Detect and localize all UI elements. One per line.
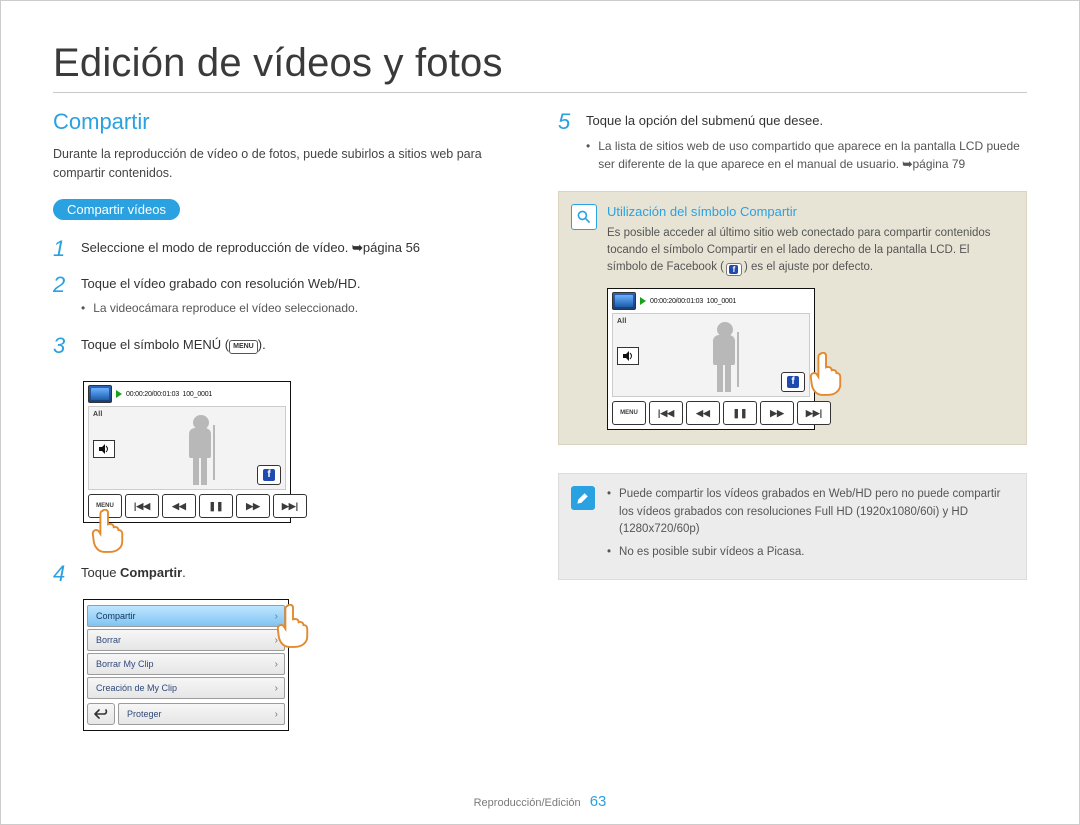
note-bullet-1: Puede compartir los vídeos grabados en W…: [607, 486, 1012, 538]
magnifier-icon: [571, 204, 597, 230]
step-5-text: Toque la opción del submenú que desee.: [586, 113, 823, 128]
pause-button[interactable]: ❚❚: [723, 401, 757, 425]
clip-thumb-icon: [612, 292, 636, 310]
step-2-bullet: La videocámara reproduce el vídeo selecc…: [81, 299, 522, 317]
section-title: Compartir: [53, 109, 522, 135]
menu-button[interactable]: MENU: [612, 401, 646, 425]
step-number: 4: [53, 563, 71, 585]
next-button[interactable]: ▶▶|: [273, 494, 307, 518]
step-4-bold: Compartir: [120, 565, 182, 580]
menu-item-compartir[interactable]: Compartir›: [87, 605, 285, 627]
pause-button[interactable]: ❚❚: [199, 494, 233, 518]
facebook-inline-icon: f: [726, 263, 742, 276]
tip-box: Utilización del símbolo Compartir Es pos…: [558, 191, 1027, 446]
player-figure-1: 00:00:20/00:01:03 100_0001 All: [83, 381, 291, 523]
footer-section: Reproducción/Edición: [474, 797, 581, 809]
step-2-text: Toque el vídeo grabado con resolución We…: [81, 276, 360, 291]
chevron-right-icon: ›: [275, 659, 278, 670]
facebook-icon: f: [263, 469, 275, 481]
next-button[interactable]: ▶▶|: [797, 401, 831, 425]
sound-icon[interactable]: [93, 440, 115, 458]
step-3: Toque el símbolo MENÚ (MENU).: [81, 335, 522, 355]
menu-item-borrar-myclip[interactable]: Borrar My Clip›: [87, 653, 285, 675]
step-1: Seleccione el modo de reproducción de ví…: [81, 238, 522, 258]
step-3-pre: Toque el símbolo MENÚ (: [81, 337, 229, 352]
silhouette-icon: [183, 415, 223, 485]
prev-button[interactable]: |◀◀: [125, 494, 159, 518]
page-footer: Reproducción/Edición 63: [1, 793, 1079, 810]
share-fb-button[interactable]: f: [781, 372, 805, 392]
back-button[interactable]: [87, 703, 115, 725]
playback-time: 00:00:20/00:01:03 100_0001: [126, 391, 212, 398]
note-bullet-2: No es posible subir vídeos a Picasa.: [607, 544, 1012, 561]
rewind-button[interactable]: ◀◀: [162, 494, 196, 518]
clip-thumb-icon: [88, 385, 112, 403]
menu-figure: Compartir› Borrar› Borrar My Clip› Creac…: [83, 599, 289, 731]
step-2: Toque el vídeo grabado con resolución We…: [81, 274, 522, 322]
forward-button[interactable]: ▶▶: [760, 401, 794, 425]
tap-hand-icon: [89, 509, 127, 553]
step-number: 1: [53, 238, 71, 260]
arrow-icon: ➥: [352, 240, 363, 255]
all-label: All: [93, 411, 115, 418]
silhouette-icon: [707, 322, 747, 392]
title-rule: [53, 92, 1027, 93]
tip-body: Es posible acceder al último sitio web c…: [607, 225, 1012, 277]
step-number: 2: [53, 274, 71, 296]
intro-text: Durante la reproducción de vídeo o de fo…: [53, 145, 522, 183]
step-4-pre: Toque: [81, 565, 120, 580]
footer-page-number: 63: [590, 793, 607, 810]
step-1-page-ref: página 56: [363, 240, 420, 255]
note-icon: [571, 486, 595, 510]
play-status-icon: [116, 390, 122, 398]
share-fb-button[interactable]: f: [257, 465, 281, 485]
menu-item-creacion-myclip[interactable]: Creación de My Clip›: [87, 677, 285, 699]
page-title: Edición de vídeos y fotos: [53, 41, 1027, 86]
step-number: 5: [558, 111, 576, 133]
sound-icon[interactable]: [617, 347, 639, 365]
playback-time: 00:00:20/00:01:03 100_0001: [650, 298, 736, 305]
facebook-icon: f: [787, 376, 799, 388]
menu-item-proteger[interactable]: Proteger›: [118, 703, 285, 725]
tap-hand-icon: [807, 352, 845, 396]
menu-item-borrar[interactable]: Borrar›: [87, 629, 285, 651]
chevron-right-icon: ›: [275, 709, 278, 720]
step-4-post: .: [182, 565, 186, 580]
subsection-pill: Compartir vídeos: [53, 199, 180, 220]
forward-button[interactable]: ▶▶: [236, 494, 270, 518]
step-3-post: ).: [258, 337, 266, 352]
arrow-icon: ➥: [902, 157, 912, 171]
step-number: 3: [53, 335, 71, 357]
step-4: Toque Compartir.: [81, 563, 522, 583]
rewind-button[interactable]: ◀◀: [686, 401, 720, 425]
step-5-bullet: La lista de sitios web de uso compartido…: [586, 137, 1027, 173]
note-box: Puede compartir los vídeos grabados en W…: [558, 473, 1027, 580]
step-5-page-ref: página 79: [912, 157, 965, 171]
step-5: Toque la opción del submenú que desee. L…: [586, 111, 1027, 177]
tap-hand-icon: [274, 604, 312, 648]
menu-inline-icon: MENU: [229, 340, 258, 354]
step-1-text: Seleccione el modo de reproducción de ví…: [81, 240, 352, 255]
tip-title: Utilización del símbolo Compartir: [607, 204, 1012, 219]
play-status-icon: [640, 297, 646, 305]
all-label: All: [617, 318, 639, 325]
chevron-right-icon: ›: [275, 683, 278, 694]
prev-button[interactable]: |◀◀: [649, 401, 683, 425]
